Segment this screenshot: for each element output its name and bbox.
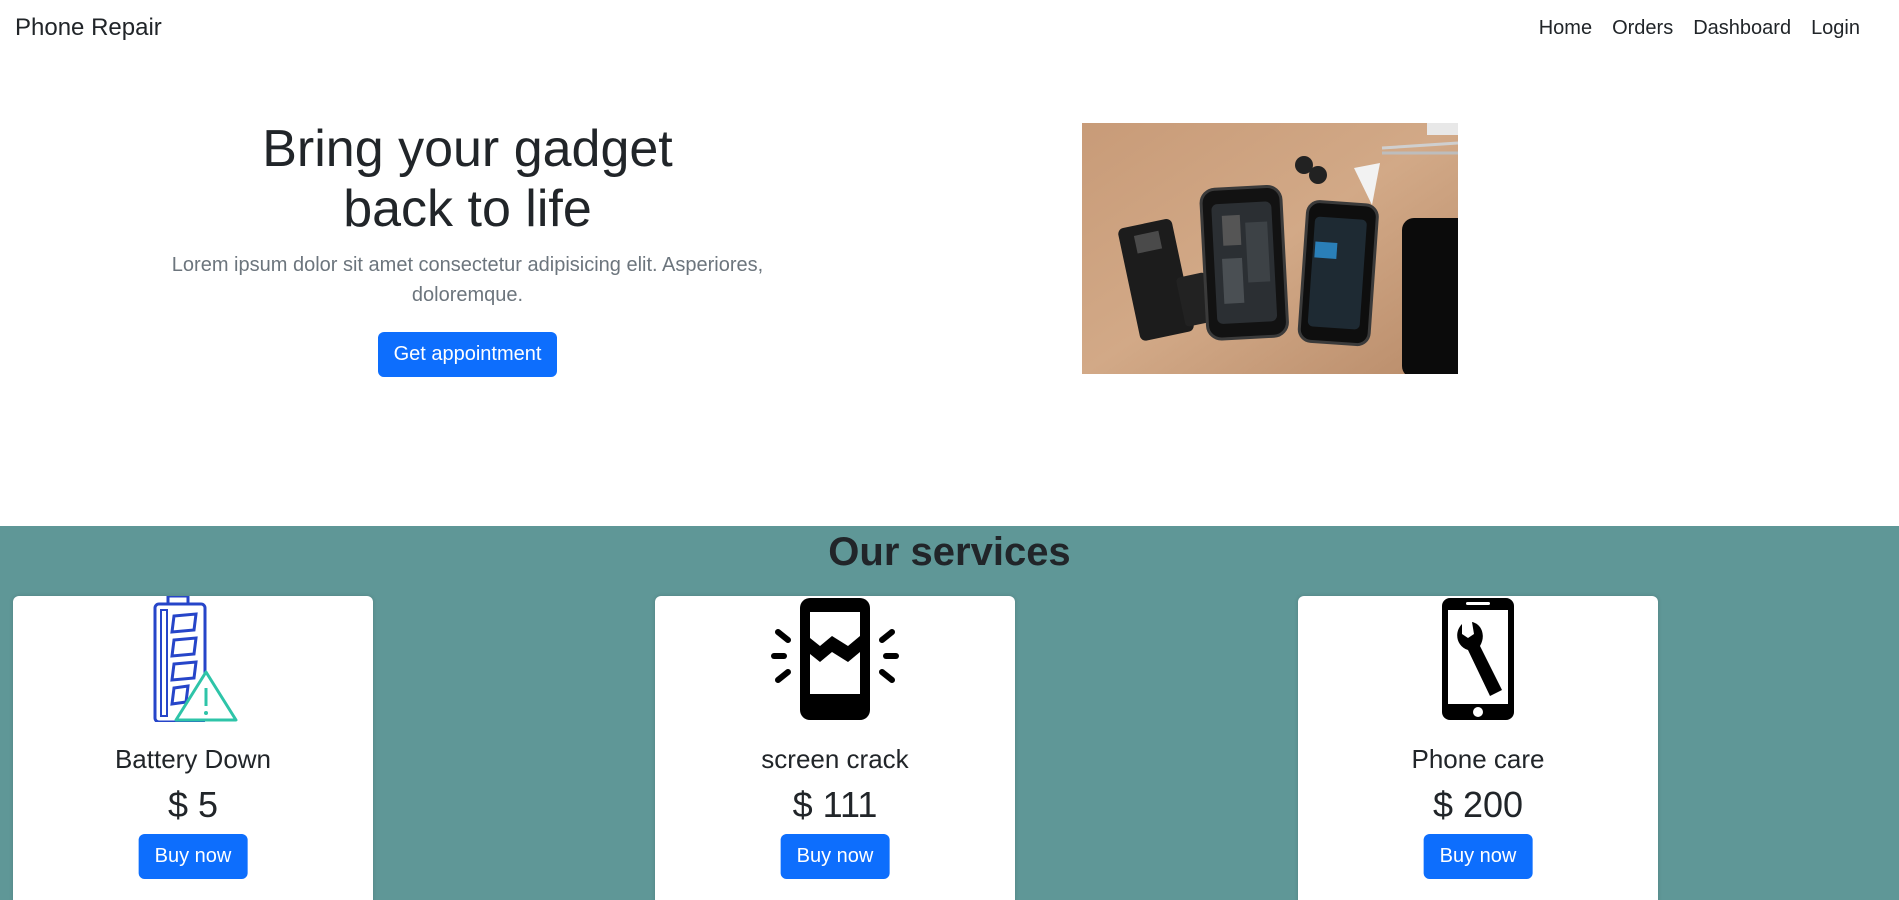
buy-now-button[interactable]: Buy now xyxy=(1423,834,1533,879)
hero-image xyxy=(1082,123,1458,374)
service-title: Battery Down xyxy=(114,744,272,774)
service-price: $ 5 xyxy=(167,784,219,825)
service-title: Phone care xyxy=(1411,744,1545,774)
battery-warning-icon xyxy=(153,596,238,722)
nav-orders[interactable]: Orders xyxy=(1612,17,1673,40)
phone-wrench-icon xyxy=(1442,598,1514,720)
hero-title-line2: back to life xyxy=(343,179,592,238)
service-card-phone-care: Phone care $ 200 Buy now xyxy=(1298,596,1658,900)
service-price: $ 111 xyxy=(792,784,878,825)
service-title: screen crack xyxy=(761,744,909,774)
hero-subtitle: Lorem ipsum dolor sit amet consectetur a… xyxy=(171,253,764,306)
service-card-screen: screen crack $ 111 Buy now xyxy=(655,596,1015,900)
hero-title: Bring your gadget back to life xyxy=(160,120,775,240)
cracked-phone-icon xyxy=(771,598,899,720)
buy-now-button[interactable]: Buy now xyxy=(138,834,248,879)
nav-home[interactable]: Home xyxy=(1539,17,1592,40)
service-price: $ 200 xyxy=(1432,784,1524,825)
nav-login[interactable]: Login xyxy=(1811,17,1860,40)
nav-dashboard[interactable]: Dashboard xyxy=(1693,17,1791,40)
services-title: Our services xyxy=(828,530,1071,574)
hero-title-line1: Bring your gadget xyxy=(262,120,673,178)
hero-section: Bring your gadget back to life Lorem ips… xyxy=(160,120,775,377)
buy-now-button[interactable]: Buy now xyxy=(780,834,890,879)
nav-links: Home Orders Dashboard Login xyxy=(1539,17,1884,40)
phone-repair-photo xyxy=(1082,123,1458,374)
services-section: Our services Battery Down $ 5 Buy now sc… xyxy=(0,526,1899,900)
brand-link[interactable]: Phone Repair xyxy=(15,14,162,42)
service-card-battery: Battery Down $ 5 Buy now xyxy=(13,596,373,900)
get-appointment-button[interactable]: Get appointment xyxy=(377,331,558,377)
navbar: Phone Repair Home Orders Dashboard Login xyxy=(0,0,1899,56)
